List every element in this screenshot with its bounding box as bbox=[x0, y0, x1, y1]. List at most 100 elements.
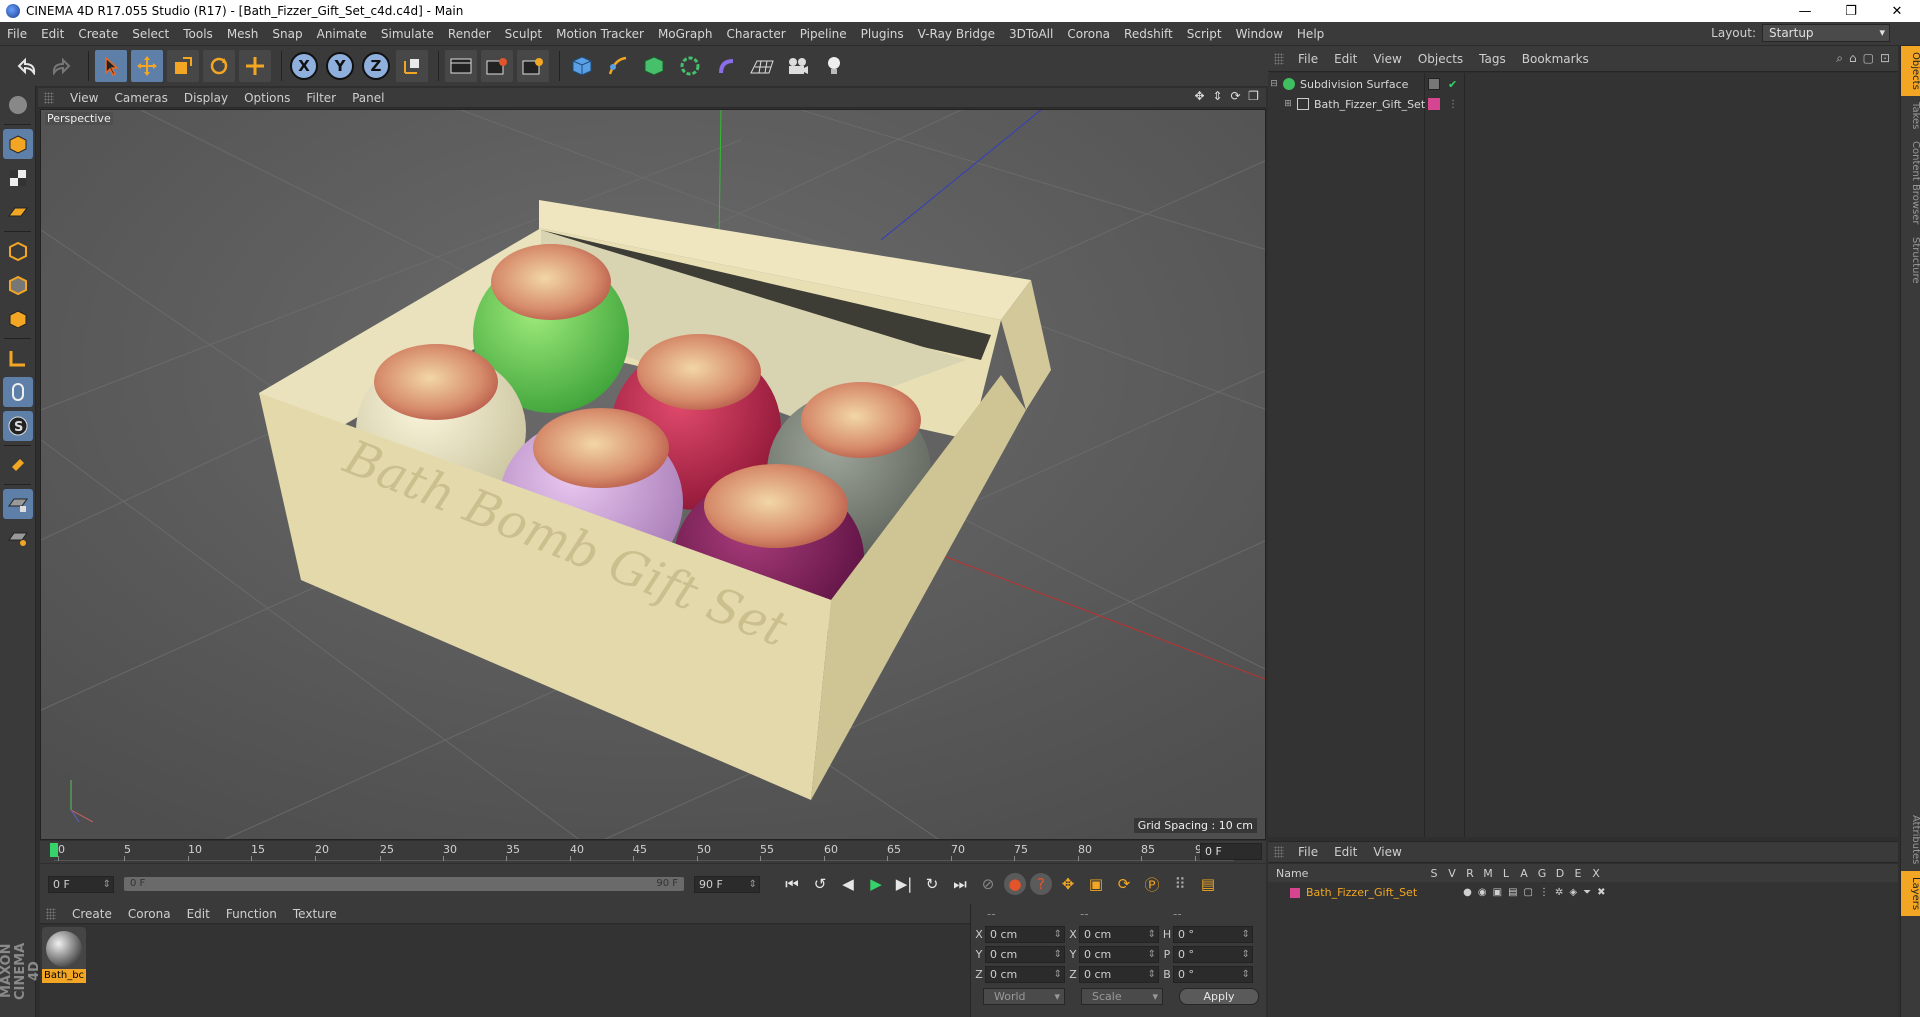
object-menu-objects[interactable]: Objects bbox=[1410, 52, 1471, 66]
next-key-icon[interactable]: ↻ bbox=[920, 872, 944, 896]
object-menu-tags[interactable]: Tags bbox=[1471, 52, 1514, 66]
transform-icon[interactable] bbox=[239, 50, 271, 82]
new-view-icon[interactable]: ⊡ bbox=[1880, 51, 1890, 66]
menu-snap[interactable]: Snap bbox=[265, 27, 309, 41]
pan-view-icon[interactable]: ✥ bbox=[1193, 90, 1206, 103]
coordinate-system-icon[interactable] bbox=[396, 50, 428, 82]
layer-color-swatch[interactable] bbox=[1428, 98, 1440, 110]
size-y-field[interactable]: 0 cm bbox=[1079, 945, 1159, 963]
material-menu-function[interactable]: Function bbox=[218, 907, 285, 921]
lock-workplane-icon[interactable] bbox=[3, 489, 33, 519]
toggle-view-icon[interactable]: ❐ bbox=[1247, 90, 1260, 103]
move-icon[interactable] bbox=[131, 50, 163, 82]
menu-window[interactable]: Window bbox=[1229, 27, 1290, 41]
material-menu-corona[interactable]: Corona bbox=[120, 907, 179, 921]
menu-plugins[interactable]: Plugins bbox=[854, 27, 911, 41]
enabled-check-icon[interactable]: ✔ bbox=[1448, 78, 1457, 91]
points-mode-icon[interactable] bbox=[3, 236, 33, 266]
menu-select[interactable]: Select bbox=[125, 27, 176, 41]
z-axis-icon[interactable]: Z bbox=[360, 50, 392, 82]
rotation-b-field[interactable]: 0 ° bbox=[1173, 965, 1253, 983]
select-arrow-icon[interactable] bbox=[95, 50, 127, 82]
material-thumbnail[interactable] bbox=[42, 927, 86, 971]
material-name-label[interactable]: Bath_bc bbox=[42, 969, 86, 983]
timeline-window-icon[interactable]: ▤ bbox=[1196, 872, 1220, 896]
start-frame-field[interactable]: 0 F bbox=[48, 875, 114, 893]
go-to-end-icon[interactable]: ⏭ bbox=[948, 872, 972, 896]
material-menu-texture[interactable]: Texture bbox=[285, 907, 345, 921]
menu-edit[interactable]: Edit bbox=[34, 27, 71, 41]
layer-row[interactable]: Bath_Fizzer_Gift_Set ● ◉ ▣ ▤ ▢ ⋮ ✲ ◈ ⏷ ✖ bbox=[1276, 886, 1605, 899]
viewport-menu-display[interactable]: Display bbox=[176, 91, 236, 105]
edges-mode-icon[interactable] bbox=[3, 270, 33, 300]
light-icon[interactable] bbox=[818, 50, 850, 82]
layer-manager-icon[interactable]: ▤ bbox=[1508, 887, 1517, 898]
layer-menu-edit[interactable]: Edit bbox=[1326, 845, 1365, 859]
layer-solo-icon[interactable]: ● bbox=[1463, 887, 1472, 898]
visibility-dots-icon[interactable]: ⋮ bbox=[1448, 99, 1458, 110]
snap-workplane-icon[interactable] bbox=[3, 523, 33, 553]
minimize-button[interactable]: — bbox=[1782, 0, 1828, 22]
render-picture-viewer-icon[interactable] bbox=[481, 50, 513, 82]
deformer-icon[interactable] bbox=[710, 50, 742, 82]
workplane-icon[interactable] bbox=[3, 197, 33, 227]
rotate-icon[interactable] bbox=[203, 50, 235, 82]
menu-script[interactable]: Script bbox=[1180, 27, 1229, 41]
go-to-start-icon[interactable]: ⏮ bbox=[780, 872, 804, 896]
lock-icon[interactable]: ▢ bbox=[1863, 51, 1874, 66]
size-z-field[interactable]: 0 cm bbox=[1079, 965, 1159, 983]
collapse-toggle-icon[interactable]: ⊟ bbox=[1268, 79, 1280, 89]
scale-icon[interactable] bbox=[167, 50, 199, 82]
visibility-toggle-icon[interactable] bbox=[1428, 78, 1440, 90]
layer-deformers-icon[interactable]: ◈ bbox=[1569, 887, 1577, 898]
array-icon[interactable] bbox=[674, 50, 706, 82]
search-icon[interactable]: ⌕ bbox=[1836, 51, 1843, 66]
layer-xrefs-icon[interactable]: ✖ bbox=[1597, 887, 1605, 898]
play-icon[interactable]: ▶ bbox=[864, 872, 888, 896]
expand-toggle-icon[interactable]: ⊞ bbox=[1282, 99, 1294, 109]
menu-file[interactable]: File bbox=[0, 27, 34, 41]
layer-menu-view[interactable]: View bbox=[1365, 845, 1409, 859]
coordinate-space-dropdown[interactable]: World bbox=[983, 988, 1065, 1005]
dolly-view-icon[interactable]: ⇕ bbox=[1211, 90, 1224, 103]
layer-menu-file[interactable]: File bbox=[1290, 845, 1326, 859]
perspective-viewport[interactable]: Bath Bomb Gift Set Perspective Grid Spac… bbox=[40, 109, 1266, 840]
floor-icon[interactable] bbox=[746, 50, 778, 82]
keyframe-selection-icon[interactable]: ⊘ bbox=[976, 872, 1000, 896]
key-scale-icon[interactable]: ▣ bbox=[1084, 872, 1108, 896]
autokey-icon[interactable]: ? bbox=[1030, 873, 1052, 895]
undo-icon[interactable] bbox=[10, 50, 42, 82]
object-row-bath-fizzer-gift-set[interactable]: ⊞ Bath_Fizzer_Gift_Set ⋮ bbox=[1282, 95, 1458, 113]
make-editable-icon[interactable] bbox=[3, 90, 33, 120]
timeline-ruler[interactable]: 0 5 10 15 20 25 30 35 40 45 50 55 60 65 … bbox=[40, 841, 1266, 863]
menu-corona[interactable]: Corona bbox=[1060, 27, 1117, 41]
magnet-icon[interactable] bbox=[3, 450, 33, 480]
current-frame-field[interactable]: 0 F bbox=[1200, 843, 1262, 860]
menu-mograph[interactable]: MoGraph bbox=[651, 27, 720, 41]
end-frame-field[interactable]: 90 F bbox=[694, 875, 760, 893]
orbit-view-icon[interactable]: ⟳ bbox=[1229, 90, 1242, 103]
close-button[interactable]: ✕ bbox=[1874, 0, 1920, 22]
y-axis-icon[interactable]: Y bbox=[324, 50, 356, 82]
object-row-subdivision-surface[interactable]: ⊟ Subdivision Surface ✔ bbox=[1268, 75, 1457, 93]
panel-grip-icon[interactable] bbox=[1274, 52, 1284, 65]
redo-icon[interactable] bbox=[46, 50, 78, 82]
menu-3dtoall[interactable]: 3DToAll bbox=[1002, 27, 1060, 41]
tab-objects[interactable]: Objects bbox=[1901, 46, 1920, 96]
key-rotation-icon[interactable]: ⟳ bbox=[1112, 872, 1136, 896]
viewport-menu-panel[interactable]: Panel bbox=[344, 91, 392, 105]
layer-animation-icon[interactable]: ⋮ bbox=[1539, 887, 1549, 898]
object-menu-edit[interactable]: Edit bbox=[1326, 52, 1365, 66]
tab-takes[interactable]: Takes bbox=[1901, 96, 1920, 135]
restore-button[interactable]: ❐ bbox=[1828, 0, 1874, 22]
previous-frame-icon[interactable]: ◀ bbox=[836, 872, 860, 896]
model-mode-icon[interactable] bbox=[3, 129, 33, 159]
texture-mode-icon[interactable] bbox=[3, 163, 33, 193]
record-active-icon[interactable]: ● bbox=[1004, 873, 1026, 895]
layer-render-icon[interactable]: ▣ bbox=[1493, 887, 1502, 898]
rotation-p-field[interactable]: 0 ° bbox=[1173, 945, 1253, 963]
apply-button[interactable]: Apply bbox=[1179, 988, 1259, 1005]
layer-view-icon[interactable]: ◉ bbox=[1478, 887, 1487, 898]
panel-grip-icon[interactable] bbox=[44, 91, 54, 104]
tab-structure[interactable]: Structure bbox=[1901, 231, 1920, 290]
